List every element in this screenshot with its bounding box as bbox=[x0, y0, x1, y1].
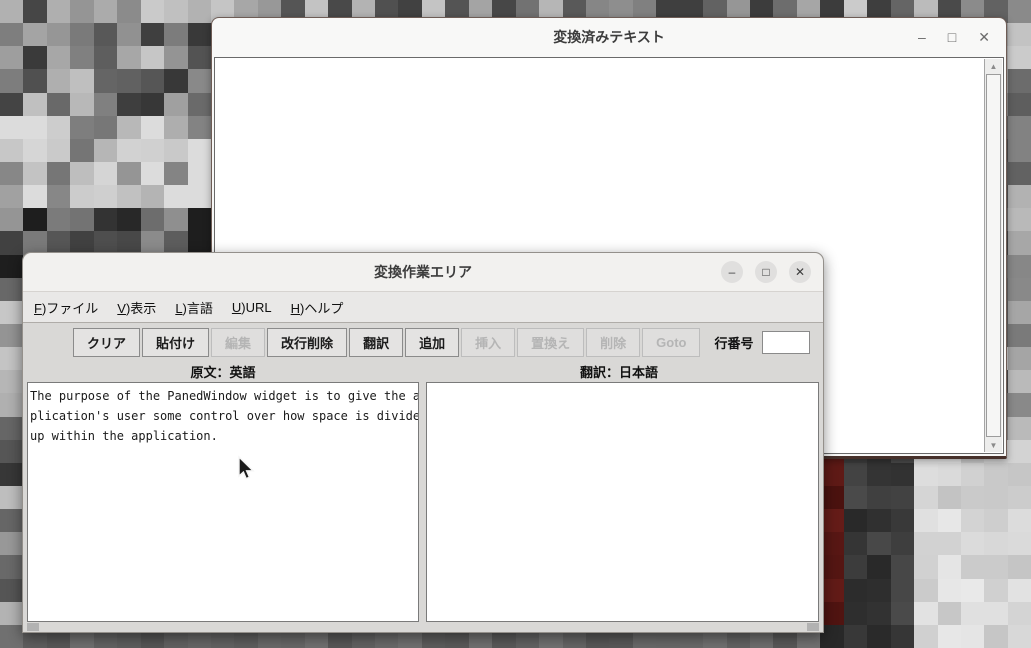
target-text bbox=[427, 383, 818, 389]
add-button[interactable]: 追加 bbox=[405, 327, 460, 357]
resize-grip-left[interactable] bbox=[27, 623, 39, 631]
scroll-down-icon[interactable]: ▼ bbox=[986, 438, 1001, 452]
source-text: The purpose of the PanedWindow widget is… bbox=[30, 389, 418, 443]
title-bar[interactable]: 変換作業エリア – □ ✕ bbox=[23, 253, 823, 292]
paste-button[interactable]: 貼付け bbox=[142, 327, 210, 357]
replace-button: 置換え bbox=[517, 327, 585, 357]
maximize-button[interactable]: □ bbox=[948, 30, 956, 44]
line-number-input[interactable] bbox=[762, 330, 811, 354]
target-pane-label: 翻訳：日本語 bbox=[579, 365, 658, 380]
remove-linebreaks-button[interactable]: 改行削除 bbox=[267, 327, 348, 357]
menu-file[interactable]: F)ファイル bbox=[34, 298, 98, 317]
edit-button: 編集 bbox=[211, 327, 266, 357]
target-text-pane[interactable] bbox=[426, 382, 819, 622]
clear-button[interactable]: クリア bbox=[73, 327, 141, 357]
minimize-button[interactable]: – bbox=[918, 30, 926, 44]
title-bar[interactable]: 変換済みテキスト – □ ✕ bbox=[212, 18, 1006, 56]
window-title: 変換済みテキスト bbox=[553, 29, 665, 45]
menu-bar: F)ファイル V)表示 L)言語 U)URL H)ヘルプ bbox=[23, 292, 823, 323]
minimize-button[interactable]: – bbox=[721, 261, 743, 283]
window-title: 変換作業エリア bbox=[374, 264, 472, 280]
source-text-pane[interactable]: The purpose of the PanedWindow widget is… bbox=[27, 382, 419, 622]
menu-help[interactable]: H)ヘルプ bbox=[291, 298, 344, 317]
close-button[interactable]: ✕ bbox=[789, 261, 811, 283]
maximize-button[interactable]: □ bbox=[755, 261, 777, 283]
menu-url[interactable]: U)URL bbox=[232, 300, 272, 315]
vertical-scrollbar[interactable]: ▲ ▼ bbox=[984, 59, 1002, 452]
toolbar: クリア 貼付け 編集 改行削除 翻訳 追加 挿入 置換え 削除 Goto 行番号 bbox=[23, 323, 823, 361]
insert-button: 挿入 bbox=[461, 327, 516, 357]
window-bottom-edge bbox=[23, 622, 823, 632]
scrollbar-thumb[interactable] bbox=[986, 74, 1001, 437]
delete-button: 削除 bbox=[586, 327, 641, 357]
paned-window: The purpose of the PanedWindow widget is… bbox=[23, 382, 823, 622]
menu-view[interactable]: V)表示 bbox=[117, 298, 156, 317]
pane-labels-row: 原文：英語 翻訳：日本語 bbox=[23, 361, 823, 382]
translate-button[interactable]: 翻訳 bbox=[349, 327, 404, 357]
resize-grip-right[interactable] bbox=[807, 623, 819, 631]
line-number-label: 行番号 bbox=[714, 335, 754, 351]
pane-sash[interactable] bbox=[419, 382, 426, 622]
source-pane-label: 原文：英語 bbox=[190, 365, 256, 380]
close-button[interactable]: ✕ bbox=[978, 30, 990, 44]
menu-language[interactable]: L)言語 bbox=[175, 298, 213, 317]
scroll-up-icon[interactable]: ▲ bbox=[986, 59, 1001, 73]
window-work-area: 変換作業エリア – □ ✕ F)ファイル V)表示 L)言語 U)URL H)ヘ… bbox=[22, 252, 824, 633]
goto-button: Goto bbox=[642, 327, 701, 357]
